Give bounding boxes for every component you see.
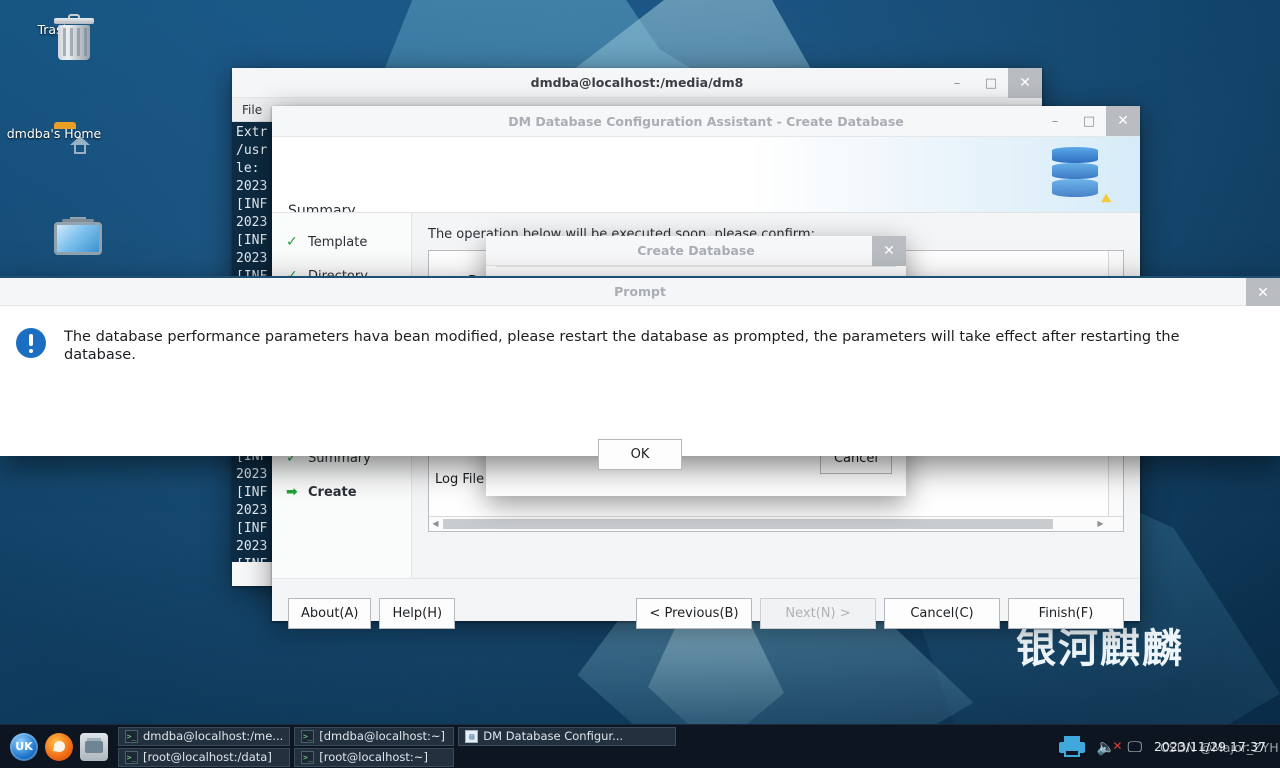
- clock-text: 2023/11/29 17:37: [1154, 739, 1266, 754]
- close-button[interactable]: ✕: [1106, 106, 1140, 136]
- volume-muted-icon[interactable]: 🔈✕: [1097, 738, 1116, 756]
- wizard-title: DM Database Configuration Assistant - Cr…: [508, 114, 904, 129]
- close-button[interactable]: ✕: [1008, 68, 1042, 98]
- prompt-message: The database performance parameters hava…: [64, 328, 1214, 364]
- terminal-icon: >_: [125, 751, 138, 764]
- task-button-terminal-1[interactable]: >_ dmdba@localhost:/me...: [118, 727, 290, 746]
- task-column: ▤ DM Database Configur...: [458, 727, 676, 767]
- prompt-ok-button[interactable]: OK: [598, 439, 682, 470]
- maximize-button[interactable]: □: [974, 68, 1008, 98]
- close-button[interactable]: ✕: [872, 236, 906, 266]
- display-icon[interactable]: 🖵: [1127, 738, 1141, 756]
- prompt-titlebar[interactable]: Prompt ✕: [0, 278, 1280, 306]
- terminal-icon: >_: [301, 751, 314, 764]
- menu-item-file[interactable]: File: [242, 103, 262, 117]
- help-button[interactable]: Help(H): [379, 598, 455, 629]
- arrow-right-icon: ➡: [286, 484, 300, 500]
- terminal-window-controls[interactable]: – □ ✕: [940, 68, 1042, 98]
- wizard-header-title: Summary: [288, 203, 356, 212]
- task-button-terminal-4[interactable]: >_ [root@localhost:~]: [294, 748, 454, 767]
- file-manager-icon[interactable]: [80, 733, 108, 761]
- database-illustration-icon: [1024, 141, 1120, 211]
- firefox-icon[interactable]: [45, 733, 73, 761]
- desktop-icon-home[interactable]: dmdba's Home: [0, 122, 108, 141]
- close-button[interactable]: ✕: [1246, 278, 1280, 308]
- about-button[interactable]: About(A): [288, 598, 371, 629]
- summary-horizontal-scrollbar[interactable]: ◀ ▶: [429, 516, 1123, 531]
- scroll-left-arrow-icon[interactable]: ◀: [429, 517, 442, 531]
- task-label: dmdba@localhost:/me...: [143, 729, 283, 743]
- taskbar[interactable]: UK >_ dmdba@localhost:/me... >_ [root@lo…: [0, 724, 1280, 768]
- printer-icon[interactable]: [1059, 736, 1085, 758]
- wizard-step-label: Template: [308, 235, 367, 250]
- dm-app-icon: ▤: [465, 730, 478, 743]
- prompt-body: The database performance parameters hava…: [0, 306, 1280, 456]
- prompt-window-controls[interactable]: ✕: [1246, 278, 1280, 308]
- mute-cross-icon: ✕: [1112, 739, 1122, 753]
- task-label: DM Database Configur...: [483, 729, 623, 743]
- desktop-icon-computer[interactable]: [0, 222, 108, 226]
- wizard-header: Summary: [272, 136, 1140, 212]
- create-database-titlebar[interactable]: Create Database ✕: [486, 236, 906, 266]
- scroll-thumb[interactable]: [443, 519, 1053, 529]
- prompt-title: Prompt: [614, 284, 666, 299]
- next-button: Next(N) >: [760, 598, 876, 629]
- terminal-icon: >_: [301, 730, 314, 743]
- task-button-terminal-3[interactable]: >_ [dmdba@localhost:~]: [294, 727, 454, 746]
- finish-button[interactable]: Finish(F): [1008, 598, 1124, 629]
- system-tray[interactable]: 🔈✕ 🖵 2023/11/29 17:37 CSDN @Major_ZYH: [1059, 736, 1280, 758]
- create-database-title: Create Database: [637, 243, 755, 258]
- kylin-start-icon[interactable]: UK: [10, 733, 38, 761]
- minimize-button[interactable]: –: [940, 68, 974, 98]
- task-column: >_ [dmdba@localhost:~] >_ [root@localhos…: [294, 727, 454, 767]
- check-icon: ✓: [286, 234, 300, 250]
- task-button-terminal-2[interactable]: >_ [root@localhost:/data]: [118, 748, 290, 767]
- wizard-footer: About(A) Help(H) < Previous(B) Next(N) >…: [272, 578, 1140, 648]
- prompt-message-row: The database performance parameters hava…: [16, 328, 1240, 364]
- previous-button[interactable]: < Previous(B): [636, 598, 752, 629]
- wizard-step-template[interactable]: ✓ Template: [272, 225, 411, 259]
- wizard-step-label: Create: [308, 485, 357, 500]
- create-database-window-controls[interactable]: ✕: [872, 236, 906, 266]
- taskbar-window-list[interactable]: >_ dmdba@localhost:/me... >_ [root@local…: [118, 725, 676, 768]
- minimize-button[interactable]: –: [1038, 106, 1072, 136]
- desktop-icon-trash[interactable]: Trash: [0, 18, 108, 37]
- wizard-titlebar[interactable]: DM Database Configuration Assistant - Cr…: [272, 106, 1140, 136]
- terminal-titlebar[interactable]: dmdba@localhost:/media/dm8 – □ ✕: [232, 68, 1042, 98]
- terminal-icon: >_: [125, 730, 138, 743]
- task-button-dm-assistant[interactable]: ▤ DM Database Configur...: [458, 727, 676, 746]
- terminal-title: dmdba@localhost:/media/dm8: [531, 75, 744, 90]
- task-column: >_ dmdba@localhost:/me... >_ [root@local…: [118, 727, 290, 767]
- prompt-dialog[interactable]: Prompt ✕ The database performance parame…: [0, 276, 1280, 456]
- scroll-right-arrow-icon[interactable]: ▶: [1094, 517, 1107, 531]
- taskbar-clock[interactable]: 2023/11/29 17:37 CSDN @Major_ZYH: [1154, 739, 1272, 754]
- progress-separator: [496, 266, 896, 267]
- task-label: [root@localhost:~]: [319, 750, 428, 764]
- taskbar-launchers[interactable]: UK: [0, 733, 118, 761]
- task-label: [root@localhost:/data]: [143, 750, 272, 764]
- task-label: [dmdba@localhost:~]: [319, 729, 445, 743]
- maximize-button[interactable]: □: [1072, 106, 1106, 136]
- cancel-button[interactable]: Cancel(C): [884, 598, 1000, 629]
- wizard-window-controls[interactable]: – □ ✕: [1038, 106, 1140, 136]
- info-icon: [16, 328, 46, 358]
- wizard-step-create[interactable]: ➡ Create: [272, 475, 411, 509]
